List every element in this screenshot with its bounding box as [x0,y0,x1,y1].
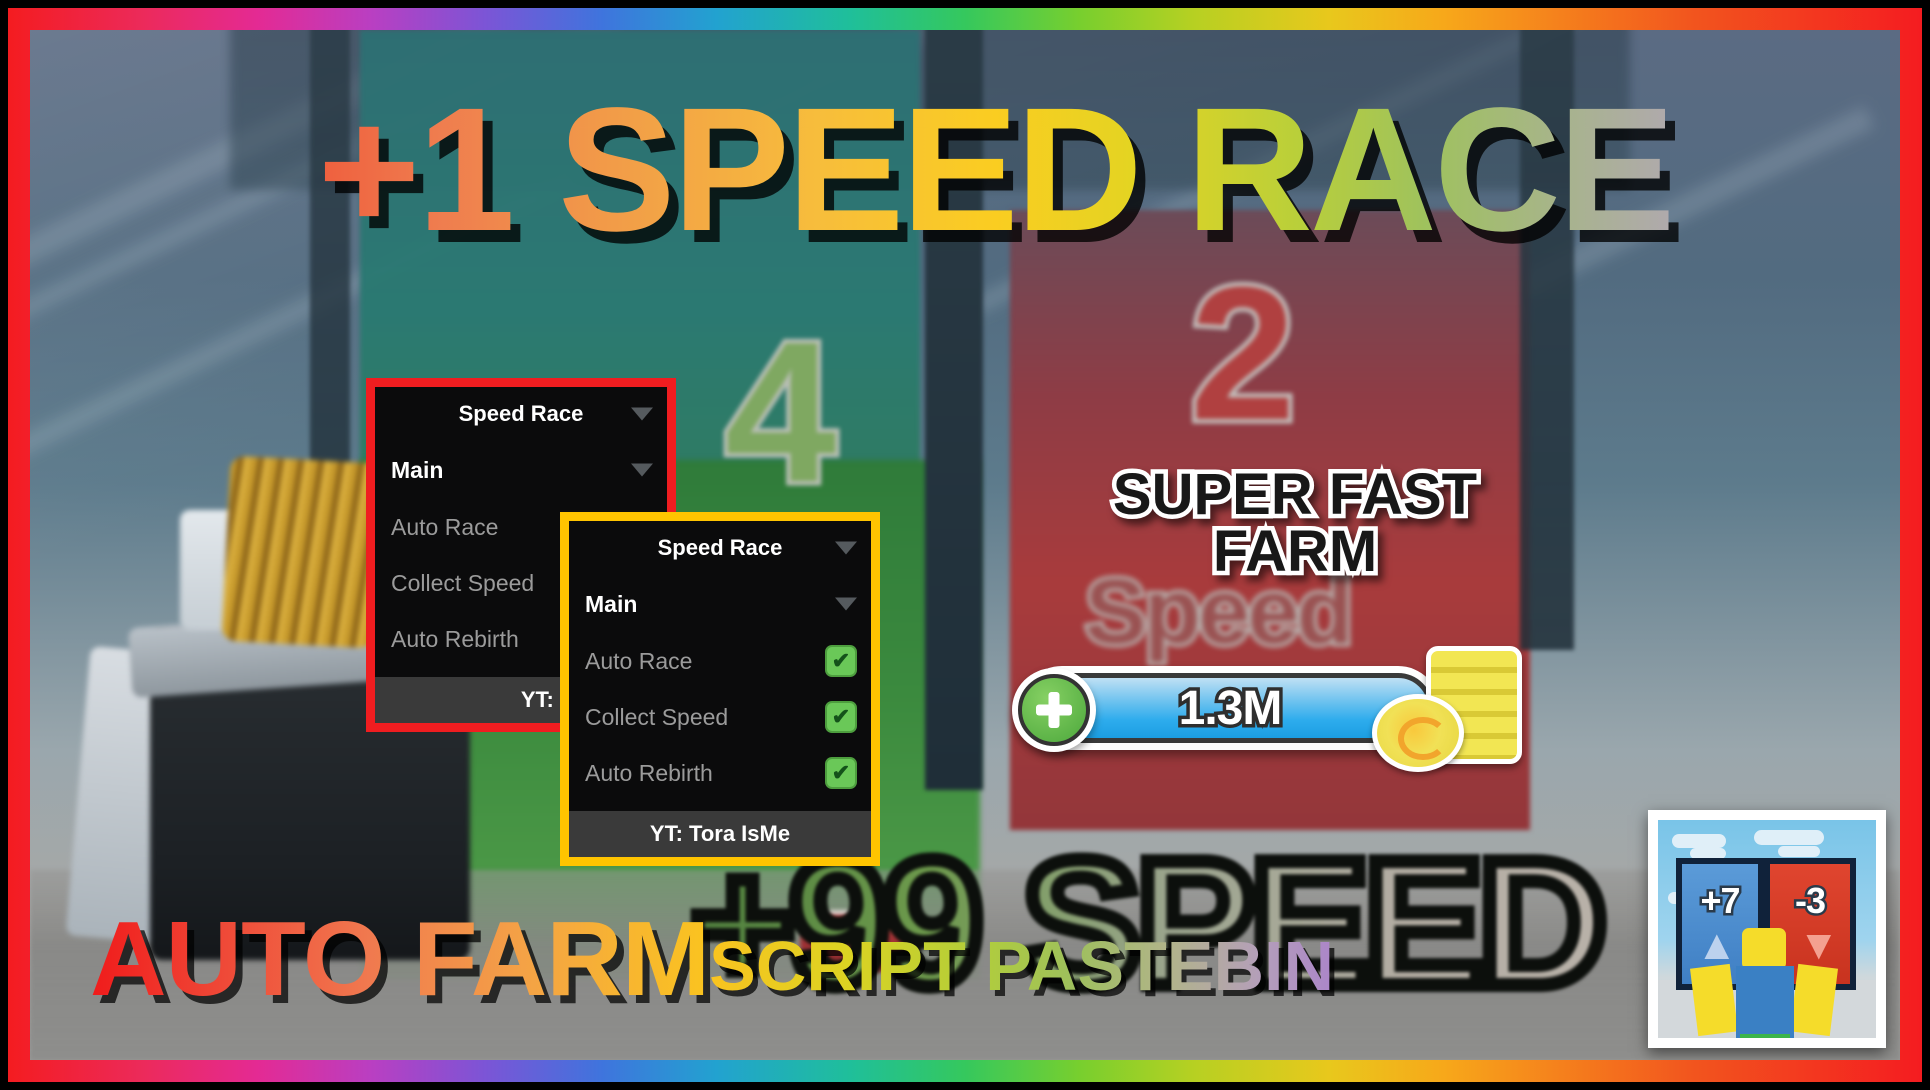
auto-farm-label: AUTO FARM [90,900,710,1018]
option-label: Collect Speed [391,569,535,596]
youtube-thumbnail: 4 2 Speed +99 SPEED +1 SPEED RACE SUPER … [0,0,1930,1090]
coin-stack-icon [1366,646,1526,772]
super-fast-farm-label: SUPER FAST FARM [1060,461,1530,585]
positive-gate-label: +7 [1698,878,1743,924]
option-label: Auto Race [585,647,693,674]
super-fast-farm-line2: FARM [1208,518,1381,585]
gate-number-red: 2 [1186,244,1301,465]
chevron-down-icon[interactable] [835,597,857,611]
currency-bar: 1.3M [1012,646,1522,772]
panel-title-bar[interactable]: Speed Race [375,387,667,441]
gate-number-green: 4 [720,297,840,529]
chevron-down-icon: ▼ [1798,921,1840,968]
script-pastebin-label: SCRIPT PASTEBIN [709,921,1334,1012]
panel-body: Speed Race Main Auto Race ✔ Collect S [560,512,880,866]
cloud-shape [1754,830,1824,845]
super-fast-farm-line1: SUPER FAST [1108,461,1481,528]
panel-section-header[interactable]: Main [569,575,871,633]
avatar-legs [1740,1034,1790,1038]
panel-section-header[interactable]: Main [375,441,667,499]
checkbox-icon[interactable]: ✔ [825,701,857,733]
add-currency-button[interactable] [1012,668,1096,752]
panel-footer: YT: Tora IsMe [569,811,871,857]
list-item[interactable]: Auto Race ✔ [569,633,871,689]
panel-title-bar[interactable]: Speed Race [569,521,871,575]
currency-amount: 1.3M [1175,678,1286,738]
list-item[interactable]: Collect Speed ✔ [569,689,871,745]
panel-option-list: Auto Race ✔ Collect Speed ✔ Auto Rebirth… [569,633,871,811]
avatar-arm-left [1690,963,1738,1037]
checkbox-icon[interactable]: ✔ [825,645,857,677]
avatar-head [1742,928,1786,970]
panel-title-text: Speed Race [458,401,584,426]
chevron-down-icon[interactable] [631,407,653,421]
cloud-shape [1778,846,1820,857]
checkbox-icon[interactable]: ✔ [825,757,857,789]
panel-section-label: Main [585,590,638,617]
page-title: +1 SPEED RACE [100,82,1890,258]
plus-icon [1018,674,1090,746]
coin-front-shape [1372,694,1464,772]
list-item[interactable]: Auto Rebirth ✔ [569,745,871,801]
chevron-down-icon[interactable] [835,541,857,555]
avatar-torso [1736,966,1794,1038]
chevron-up-icon: ▲ [1696,921,1738,968]
game-icon-art: +7 -3 ▲ ▼ [1658,820,1876,1038]
chevron-down-icon[interactable] [631,463,653,477]
option-label: Auto Rebirth [391,625,519,652]
panel-title-text: Speed Race [657,535,783,560]
game-icon-thumbnail[interactable]: +7 -3 ▲ ▼ [1648,810,1886,1048]
thumbnail-canvas: 4 2 Speed +99 SPEED +1 SPEED RACE SUPER … [30,30,1900,1060]
option-label: Collect Speed [585,703,729,730]
option-label: Auto Race [391,513,499,540]
cloud-shape [1672,834,1726,848]
script-panel-gold[interactable]: Speed Race Main Auto Race ✔ Collect Spee… [560,512,880,866]
panel-section-label: Main [391,456,444,483]
avatar-arm-right [1790,963,1838,1037]
rainbow-border-frame: 4 2 Speed +99 SPEED +1 SPEED RACE SUPER … [8,8,1922,1082]
negative-gate-label: -3 [1792,878,1828,924]
panel-footer-text: YT: Tora IsMe [649,821,791,846]
bottom-text-row: AUTO FARM SCRIPT PASTEBIN [90,906,1334,1012]
option-label: Auto Rebirth [585,759,713,786]
